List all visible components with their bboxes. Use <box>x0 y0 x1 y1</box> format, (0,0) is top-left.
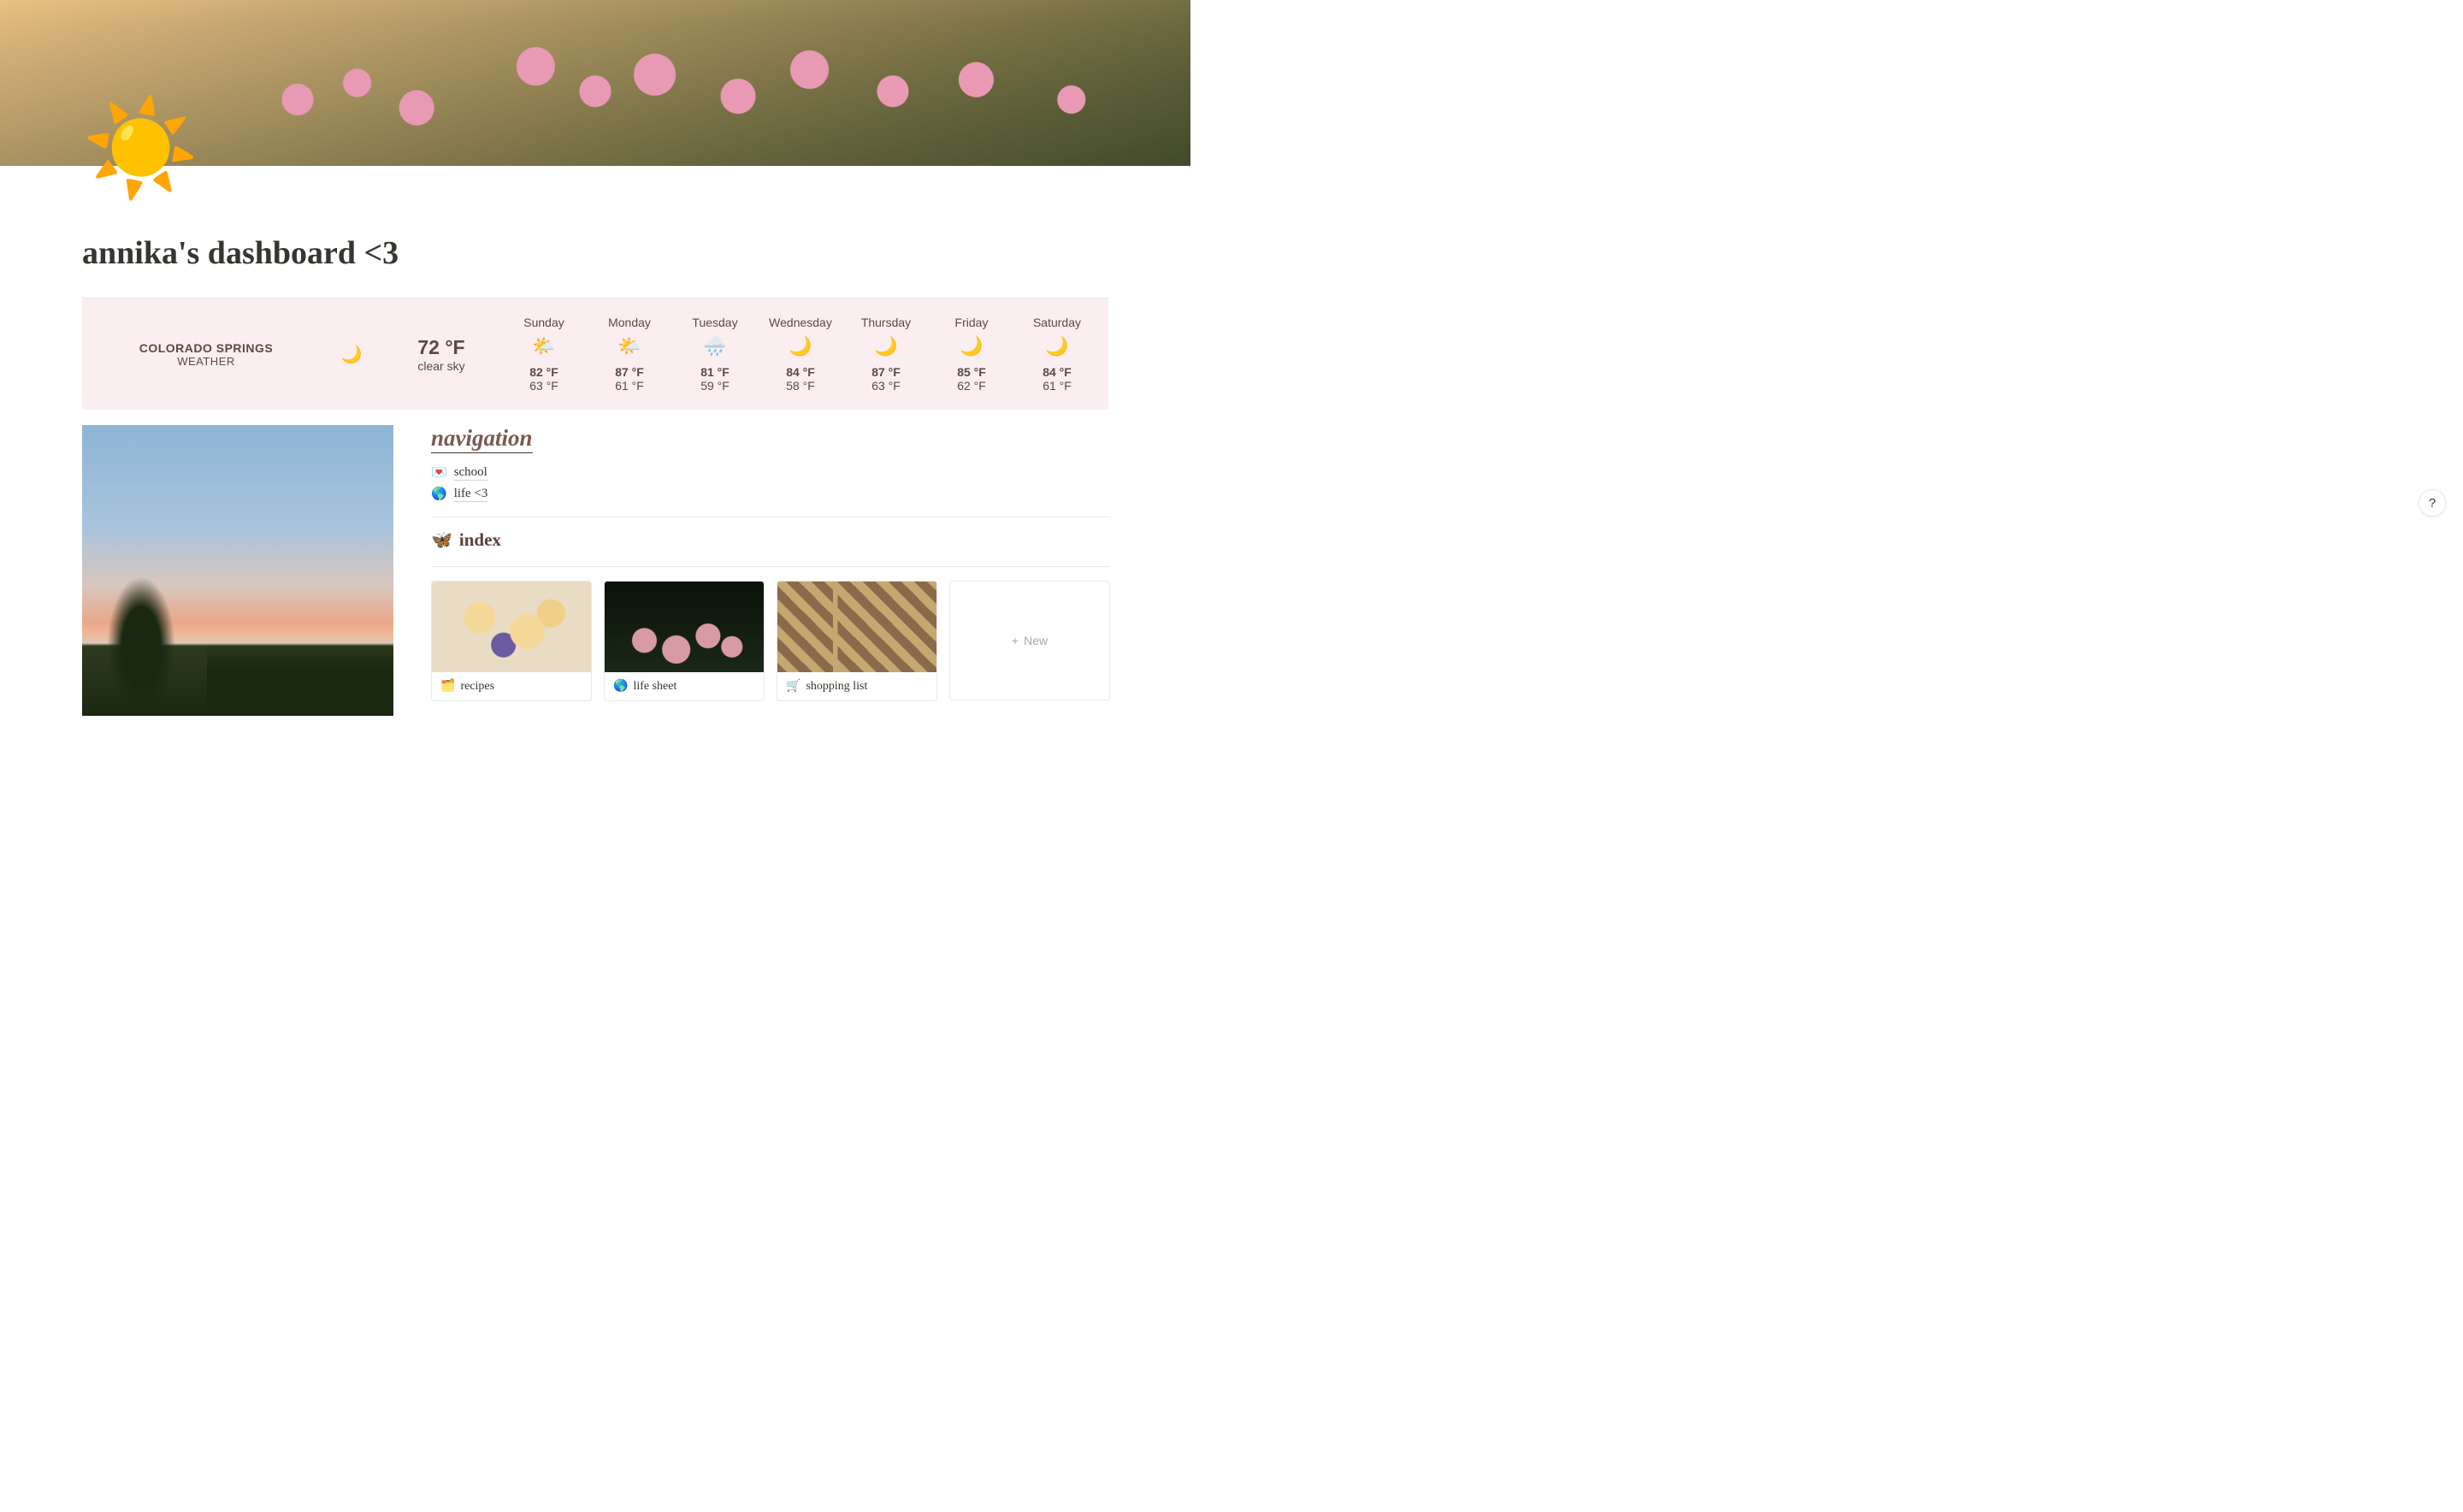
moon-icon: 🌙 <box>930 333 1013 360</box>
forecast-day: Monday 🌤️ 87 °F 61 °F <box>588 316 670 393</box>
earth-icon: 🌎 <box>431 486 447 502</box>
butterfly-icon: 🦋 <box>431 529 452 551</box>
new-card-button[interactable]: + New <box>949 581 1110 700</box>
index-heading: 🦋 index <box>431 529 1110 551</box>
forecast-high: 84 °F <box>1016 365 1098 379</box>
index-gallery: 🗂️ recipes 🌎 life sheet 🛒 shopping <box>431 566 1110 701</box>
nav-link-school[interactable]: 💌 school <box>431 462 1110 483</box>
card-title: recipes <box>460 680 494 694</box>
forecast-low: 63 °F <box>845 379 927 393</box>
forecast-day: Wednesday 🌙 84 °F 58 °F <box>759 316 842 393</box>
new-card-label: New <box>1024 634 1048 647</box>
forecast-low: 63 °F <box>503 379 585 393</box>
forecast-day: Thursday 🌙 87 °F 63 °F <box>845 316 927 393</box>
card-files-icon: 🗂️ <box>440 679 455 694</box>
moon-icon: 🌙 <box>845 333 927 360</box>
forecast-low: 58 °F <box>759 379 842 393</box>
forecast-low: 59 °F <box>674 379 756 393</box>
earth-icon: 🌎 <box>613 679 628 694</box>
forecast-high: 87 °F <box>588 365 670 379</box>
forecast-low: 62 °F <box>930 379 1013 393</box>
rain-icon: 🌧️ <box>674 333 756 360</box>
page-icon[interactable]: ☀️ <box>82 102 199 196</box>
forecast-high: 82 °F <box>503 365 585 379</box>
gallery-card-shopping-list[interactable]: 🛒 shopping list <box>777 581 937 701</box>
forecast-day-name: Monday <box>588 316 670 329</box>
partly-cloudy-icon: 🌤️ <box>503 333 585 360</box>
card-cover-image <box>777 582 936 672</box>
card-label: 🛒 shopping list <box>777 672 936 700</box>
weather-current: 72 °F clear sky <box>381 336 501 373</box>
weather-label: WEATHER <box>91 355 322 368</box>
card-title: shopping list <box>806 680 867 694</box>
card-cover-image <box>605 582 764 672</box>
help-button[interactable]: ? <box>2419 489 2446 517</box>
nav-link-label: life <3 <box>454 487 488 502</box>
forecast-high: 81 °F <box>674 365 756 379</box>
sunset-image[interactable] <box>82 425 393 716</box>
weather-city: COLORADO SPRINGS <box>91 341 322 355</box>
nav-link-label: school <box>454 465 487 481</box>
card-title: life sheet <box>633 680 676 694</box>
weather-location: COLORADO SPRINGS WEATHER <box>91 341 322 368</box>
forecast-low: 61 °F <box>1016 379 1098 393</box>
forecast-low: 61 °F <box>588 379 670 393</box>
moon-icon: 🌙 <box>322 344 381 365</box>
forecast-day-name: Sunday <box>503 316 585 329</box>
plus-icon: + <box>1012 634 1019 647</box>
forecast-day: Friday 🌙 85 °F 62 °F <box>930 316 1013 393</box>
index-heading-text: index <box>459 529 501 551</box>
love-letter-icon: 💌 <box>431 464 447 481</box>
forecast-day-name: Wednesday <box>759 316 842 329</box>
forecast-day-name: Friday <box>930 316 1013 329</box>
page-title[interactable]: annika's dashboard <3 <box>82 234 1108 272</box>
forecast-high: 87 °F <box>845 365 927 379</box>
card-cover-image <box>432 582 591 672</box>
forecast-day-name: Thursday <box>845 316 927 329</box>
moon-icon: 🌙 <box>1016 333 1098 360</box>
forecast-day: Saturday 🌙 84 °F 61 °F <box>1016 316 1098 393</box>
card-label: 🗂️ recipes <box>432 672 591 700</box>
forecast-day: Sunday 🌤️ 82 °F 63 °F <box>503 316 585 393</box>
shopping-cart-icon: 🛒 <box>786 679 800 694</box>
forecast-day-name: Saturday <box>1016 316 1098 329</box>
nav-link-life[interactable]: 🌎 life <3 <box>431 483 1110 505</box>
partly-cloudy-icon: 🌤️ <box>588 333 670 360</box>
card-label: 🌎 life sheet <box>605 672 764 700</box>
gallery-card-life-sheet[interactable]: 🌎 life sheet <box>604 581 765 701</box>
weather-current-desc: clear sky <box>381 359 501 373</box>
forecast-high: 84 °F <box>759 365 842 379</box>
moon-icon: 🌙 <box>759 333 842 360</box>
forecast-day: Tuesday 🌧️ 81 °F 59 °F <box>674 316 756 393</box>
navigation-heading: navigation <box>431 425 533 453</box>
weather-forecast: Sunday 🌤️ 82 °F 63 °F Monday 🌤️ 87 °F 61… <box>501 316 1100 393</box>
gallery-card-recipes[interactable]: 🗂️ recipes <box>431 581 592 701</box>
forecast-day-name: Tuesday <box>674 316 756 329</box>
forecast-high: 85 °F <box>930 365 1013 379</box>
weather-widget: COLORADO SPRINGS WEATHER 🌙 72 °F clear s… <box>82 298 1108 410</box>
weather-current-temp: 72 °F <box>381 336 501 359</box>
